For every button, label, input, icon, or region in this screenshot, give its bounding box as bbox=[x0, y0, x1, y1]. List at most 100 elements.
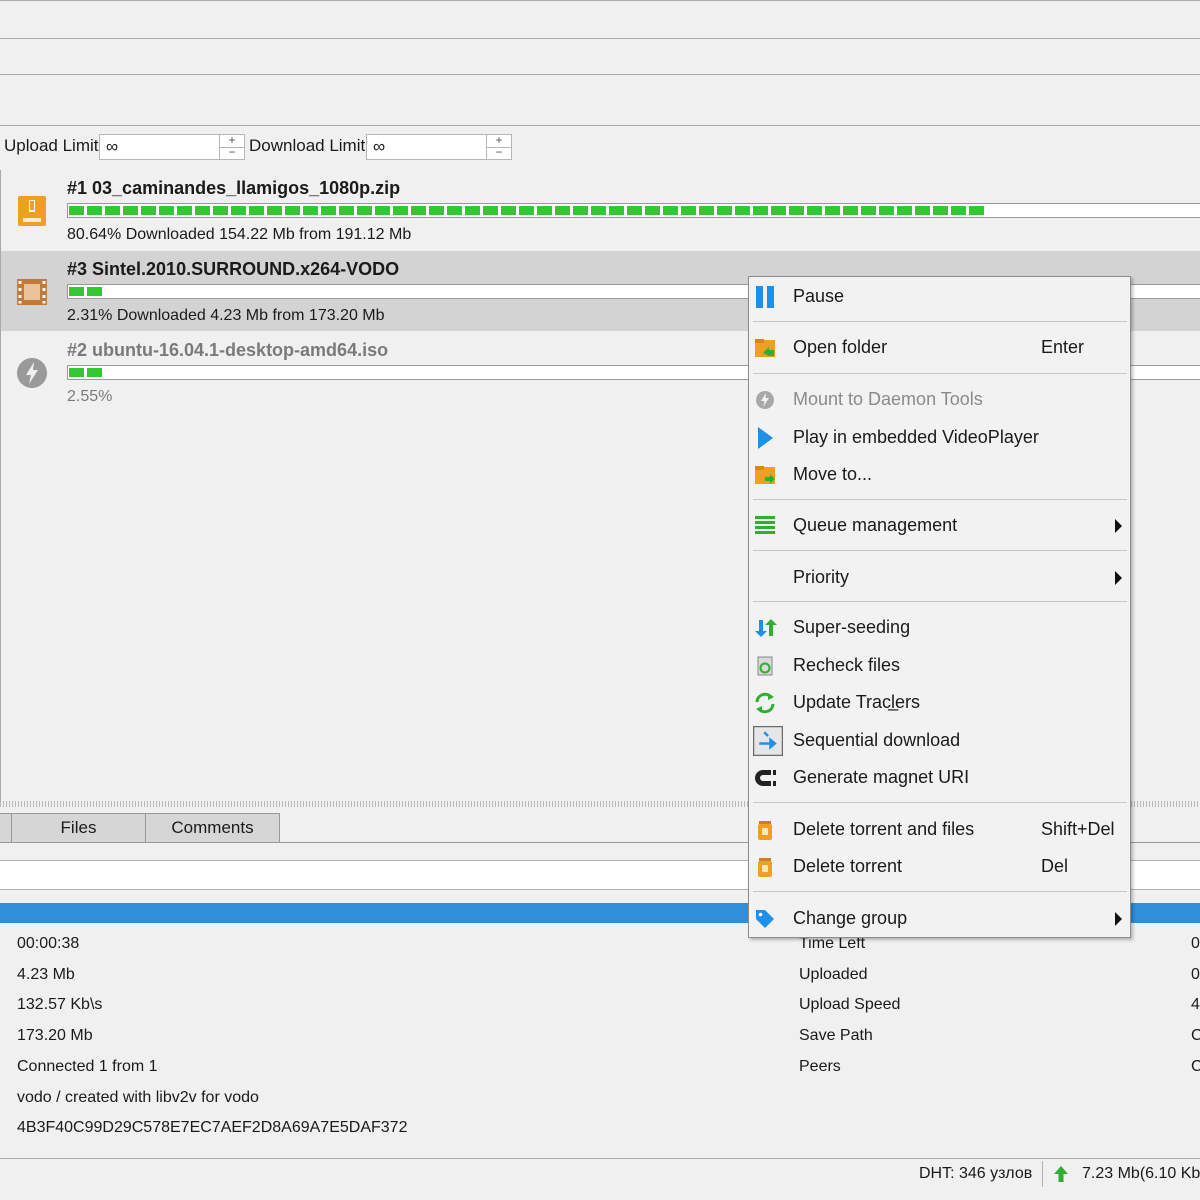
context-menu: Pause Open folder Enter Mount to Daemon … bbox=[748, 276, 1131, 938]
menu-label: Mount to Daemon Tools bbox=[793, 389, 983, 409]
status-bar: DHT: 346 узлов 7.23 Mb(6.10 Kb bbox=[0, 1158, 1200, 1200]
menu-label: Generate magnet URI bbox=[793, 767, 970, 787]
info-value-peers: C bbox=[1191, 1058, 1200, 1075]
menu-separator bbox=[753, 550, 1127, 551]
menu-separator bbox=[753, 321, 1127, 322]
menu-label: Delete torrent and files bbox=[793, 819, 975, 839]
menu-item-pause[interactable]: Pause bbox=[749, 279, 1130, 313]
menu-item-delete-torrent[interactable]: Delete torrent Del bbox=[749, 849, 1130, 883]
toolbar-separator bbox=[0, 38, 1200, 39]
spin-down-icon[interactable]: − bbox=[220, 146, 244, 159]
trash-icon bbox=[758, 858, 772, 877]
folder-open-icon bbox=[755, 339, 775, 357]
menu-item-open-folder[interactable]: Open folder Enter bbox=[749, 330, 1130, 364]
menu-label: Open folder bbox=[793, 337, 888, 357]
menu-label: Play in embedded VideoPlayer bbox=[793, 427, 1039, 447]
tab-comments[interactable]: Comments bbox=[145, 813, 280, 843]
menu-shortcut: Del bbox=[1041, 856, 1069, 876]
torrent-row[interactable]: #1 03_caminandes_llamigos_1080p.zip 80.6… bbox=[1, 170, 1200, 250]
menu-shortcut: Enter bbox=[1041, 337, 1085, 357]
upload-limit-input[interactable]: ∞ + − bbox=[99, 134, 245, 160]
progress-fill bbox=[69, 287, 105, 296]
queue-list-icon bbox=[755, 516, 775, 534]
tag-icon bbox=[756, 910, 774, 928]
menu-label: Sequential download bbox=[793, 730, 961, 750]
download-limit-input[interactable]: ∞ + − bbox=[366, 134, 512, 160]
menu-item-play-embedded[interactable]: Play in embedded VideoPlayer bbox=[749, 420, 1130, 454]
upload-total-speed: 7.23 Mb(6.10 Kb bbox=[1082, 1165, 1200, 1182]
torrent-name: #2 ubuntu-16.04.1-desktop-amd64.iso bbox=[67, 340, 389, 360]
info-label-save-path: Save Path bbox=[799, 1027, 873, 1044]
status-divider bbox=[1042, 1161, 1043, 1187]
download-limit-label: Download Limit bbox=[249, 136, 366, 155]
daemon-tools-icon bbox=[17, 358, 47, 388]
dht-status: DHT: 346 узлов bbox=[919, 1165, 1033, 1182]
info-download-speed: 132.57 Kb\s bbox=[17, 996, 103, 1013]
menu-item-queue-management[interactable]: Queue management bbox=[749, 508, 1130, 542]
super-seeding-icon bbox=[755, 619, 777, 637]
menu-label: Pause bbox=[793, 286, 845, 306]
upload-limit-value: ∞ bbox=[106, 137, 119, 156]
submenu-arrow-icon bbox=[1115, 571, 1122, 585]
info-time-elapsed: 00:00:38 bbox=[17, 935, 80, 952]
zip-archive-icon bbox=[18, 196, 46, 226]
download-limit-spinner[interactable]: + − bbox=[486, 134, 511, 159]
info-hash: 4B3F40C99D29C578E7EC7AEF2D8A69A7E5DAF372 bbox=[17, 1119, 408, 1136]
info-comment: vodo / created with libv2v for vodo bbox=[17, 1089, 259, 1106]
menu-separator bbox=[753, 499, 1127, 500]
menu-label: Super-seeding bbox=[793, 617, 911, 637]
info-downloaded: 4.23 Mb bbox=[17, 966, 75, 983]
toolbar-separator bbox=[0, 74, 1200, 75]
menu-item-recheck-files[interactable]: Recheck files bbox=[749, 648, 1130, 682]
tab-files[interactable]: Files bbox=[11, 813, 146, 843]
menu-separator bbox=[753, 373, 1127, 374]
torrent-status: 2.31% Downloaded 4.23 Mb from 173.20 Mb bbox=[67, 307, 385, 324]
move-folder-icon bbox=[755, 466, 775, 484]
menu-item-sequential-download[interactable]: Sequential download bbox=[749, 723, 1130, 757]
info-total-size: 173.20 Mb bbox=[17, 1027, 93, 1044]
menu-item-move-to[interactable]: Move to... bbox=[749, 457, 1130, 491]
recheck-icon bbox=[757, 656, 773, 676]
menu-separator bbox=[753, 802, 1127, 803]
menu-item-change-group[interactable]: Change group bbox=[749, 901, 1130, 935]
menu-item-update-trackers[interactable]: Update Tracl̲ers bbox=[749, 685, 1130, 719]
menu-item-delete-torrent-and-files[interactable]: Delete torrent and files Shift+Del bbox=[749, 812, 1130, 846]
menu-label: Update Tracl̲ers bbox=[793, 692, 921, 712]
menu-label: Delete torrent bbox=[793, 856, 903, 876]
trash-icon bbox=[758, 821, 772, 840]
info-seeds: Connected 1 from 1 bbox=[17, 1058, 158, 1075]
refresh-icon bbox=[755, 692, 775, 714]
menu-separator bbox=[753, 601, 1127, 602]
menu-label: Priority bbox=[793, 567, 850, 587]
info-value-uploaded: 0 bbox=[1191, 966, 1200, 983]
daemon-tools-icon bbox=[756, 391, 774, 409]
magnet-icon bbox=[755, 770, 776, 786]
info-value-upload-speed: 4 bbox=[1191, 996, 1200, 1013]
torrent-status: 2.55% bbox=[67, 388, 113, 405]
upload-limit-label: Upload Limit bbox=[4, 136, 99, 155]
pause-icon bbox=[756, 286, 774, 308]
menu-separator bbox=[753, 891, 1127, 892]
torrent-name: #1 03_caminandes_llamigos_1080p.zip bbox=[67, 178, 401, 198]
progress-fill bbox=[69, 368, 105, 377]
progress-bar bbox=[67, 203, 1200, 218]
menu-label: Move to... bbox=[793, 464, 873, 484]
menu-item-generate-magnet[interactable]: Generate magnet URI bbox=[749, 760, 1130, 794]
film-icon bbox=[17, 279, 47, 305]
submenu-arrow-icon bbox=[1115, 912, 1122, 926]
info-label-upload-speed: Upload Speed bbox=[799, 996, 901, 1013]
menu-label: Recheck files bbox=[793, 655, 901, 675]
progress-fill bbox=[69, 206, 985, 215]
submenu-arrow-icon bbox=[1115, 519, 1122, 533]
upload-limit-spinner[interactable]: + − bbox=[219, 134, 244, 159]
menu-item-priority[interactable]: Priority bbox=[749, 560, 1130, 594]
menu-item-super-seeding[interactable]: Super-seeding bbox=[749, 610, 1130, 644]
menu-label: Change group bbox=[793, 908, 908, 928]
info-value-save-path: C bbox=[1191, 1027, 1200, 1044]
menu-item-mount-daemon-tools[interactable]: Mount to Daemon Tools bbox=[749, 382, 1130, 416]
spin-down-icon[interactable]: − bbox=[487, 146, 511, 159]
torrent-name: #3 Sintel.2010.SURROUND.x264-VODO bbox=[67, 259, 400, 279]
info-value-time-left: 0 bbox=[1191, 935, 1200, 952]
sequential-download-icon bbox=[753, 726, 783, 756]
menu-shortcut: Shift+Del bbox=[1041, 819, 1115, 839]
